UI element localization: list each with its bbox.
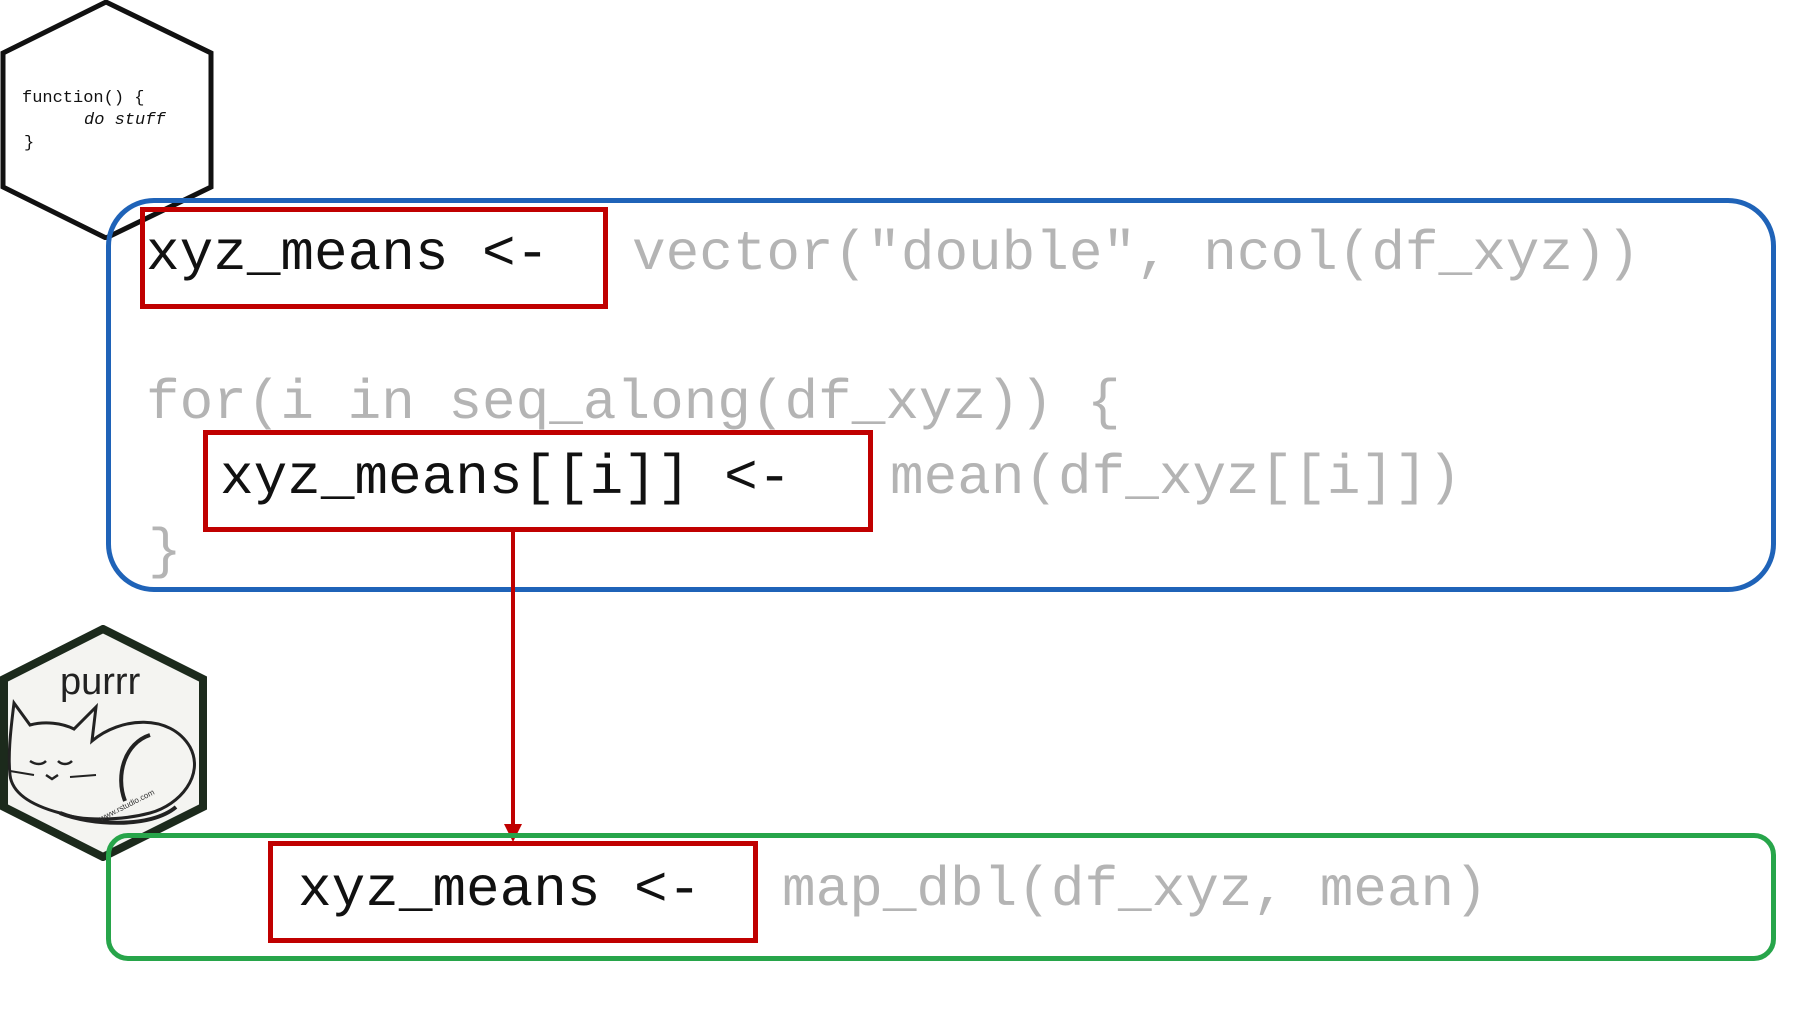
- purrr-label: purrr: [60, 661, 141, 703]
- purrr-hex-sticker: purrr www.rstudio.com: [0, 624, 210, 862]
- map-assign-target: xyz_means <-: [298, 858, 702, 922]
- map-dbl-call: map_dbl(df_xyz, mean): [782, 858, 1488, 922]
